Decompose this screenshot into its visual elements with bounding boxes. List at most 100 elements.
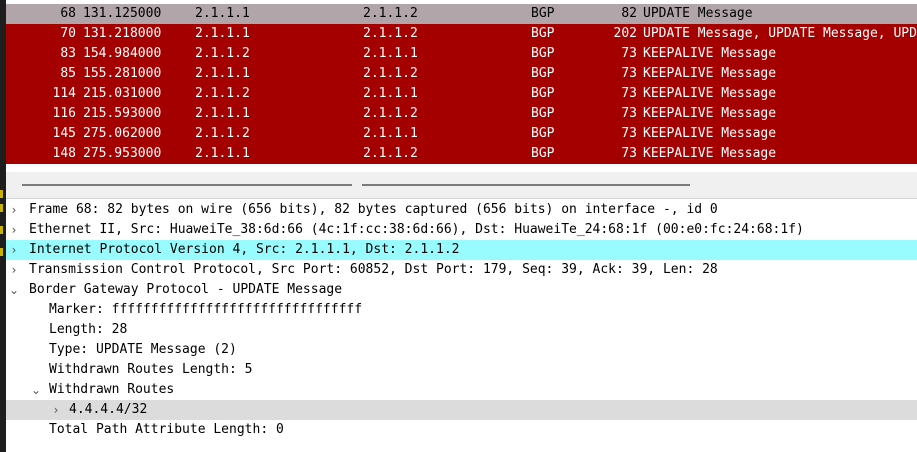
packet-time: 215.593000 <box>83 106 162 121</box>
packet-row[interactable]: 114 215.031000 2.1.1.2 2.1.1.1 BGP 73 KE… <box>6 84 917 104</box>
packet-number: 85 <box>60 66 76 81</box>
packet-time: 275.062000 <box>83 126 162 141</box>
packet-time: 154.984000 <box>83 46 162 61</box>
tree-item-label: Length: 28 <box>49 322 128 337</box>
packet-destination: 2.1.1.2 <box>363 106 418 121</box>
packet-length: 73 <box>621 106 637 121</box>
packet-info: KEEPALIVE Message <box>643 46 777 61</box>
packet-number: 145 <box>52 126 76 141</box>
packet-time: 155.281000 <box>83 66 162 81</box>
packet-time: 131.125000 <box>83 6 162 21</box>
packet-protocol: BGP <box>531 46 555 61</box>
packet-destination: 2.1.1.1 <box>363 46 418 61</box>
tree-item-route[interactable]: › 4.4.4.4/32 <box>6 400 917 420</box>
tree-item-withdrawn-length[interactable]: Withdrawn Routes Length: 5 <box>6 360 917 380</box>
packet-destination: 2.1.1.2 <box>363 6 418 21</box>
chevron-right-icon[interactable]: › <box>8 260 20 280</box>
packet-source: 2.1.1.2 <box>195 46 250 61</box>
packet-info: KEEPALIVE Message <box>643 86 777 101</box>
chevron-down-icon[interactable]: ⌄ <box>30 380 42 400</box>
packet-details-tree: › Frame 68: 82 bytes on wire (656 bits),… <box>0 200 917 452</box>
packet-length: 73 <box>621 146 637 161</box>
packet-protocol: BGP <box>531 6 555 21</box>
tree-item-frame[interactable]: › Frame 68: 82 bytes on wire (656 bits),… <box>6 200 917 220</box>
packet-list: 68 131.125000 2.1.1.1 2.1.1.2 BGP 82 UPD… <box>6 0 917 164</box>
packet-time: 215.031000 <box>83 86 162 101</box>
packet-protocol: BGP <box>531 26 555 41</box>
packet-row[interactable]: 70 131.218000 2.1.1.1 2.1.1.2 BGP 202 UP… <box>6 24 917 44</box>
packet-number: 148 <box>52 146 76 161</box>
packet-destination: 2.1.1.2 <box>363 146 418 161</box>
packet-row[interactable]: 68 131.125000 2.1.1.1 2.1.1.2 BGP 82 UPD… <box>6 4 917 24</box>
tree-item-label: Internet Protocol Version 4, Src: 2.1.1.… <box>29 242 460 257</box>
packet-destination: 2.1.1.2 <box>363 26 418 41</box>
packet-number: 114 <box>52 86 76 101</box>
chevron-right-icon[interactable]: › <box>8 240 20 260</box>
horizontal-scrollbar-left[interactable] <box>22 184 352 186</box>
tree-item-label: Transmission Control Protocol, Src Port:… <box>29 262 718 277</box>
tree-item-withdrawn-routes[interactable]: ⌄ Withdrawn Routes <box>6 380 917 400</box>
packet-number: 116 <box>52 106 76 121</box>
packet-length: 202 <box>613 26 637 41</box>
pane-gap <box>6 164 917 172</box>
packet-info: UPDATE Message <box>643 6 753 21</box>
packet-protocol: BGP <box>531 146 555 161</box>
packet-length: 73 <box>621 126 637 141</box>
packet-time: 275.953000 <box>83 146 162 161</box>
tree-item-ipv4[interactable]: › Internet Protocol Version 4, Src: 2.1.… <box>6 240 917 260</box>
packet-row[interactable]: 148 275.953000 2.1.1.1 2.1.1.2 BGP 73 KE… <box>6 144 917 164</box>
packet-length: 73 <box>621 86 637 101</box>
packet-info: KEEPALIVE Message <box>643 66 777 81</box>
packet-info: KEEPALIVE Message <box>643 126 777 141</box>
tree-item-total-path-attr[interactable]: Total Path Attribute Length: 0 <box>6 420 917 440</box>
packet-length: 73 <box>621 66 637 81</box>
tree-item-bgp[interactable]: ⌄ Border Gateway Protocol - UPDATE Messa… <box>6 280 917 300</box>
packet-source: 2.1.1.2 <box>195 126 250 141</box>
tree-item-label: Marker: ffffffffffffffffffffffffffffffff <box>49 302 363 317</box>
pane-splitter[interactable] <box>6 172 917 199</box>
packet-row[interactable]: 145 275.062000 2.1.1.2 2.1.1.1 BGP 73 KE… <box>6 124 917 144</box>
packet-length: 82 <box>621 6 637 21</box>
packet-destination: 2.1.1.1 <box>363 86 418 101</box>
packet-protocol: BGP <box>531 126 555 141</box>
packet-row[interactable]: 83 154.984000 2.1.1.2 2.1.1.1 BGP 73 KEE… <box>6 44 917 64</box>
tree-item-label: Total Path Attribute Length: 0 <box>49 422 284 437</box>
packet-source: 2.1.1.1 <box>195 6 250 21</box>
packet-info: KEEPALIVE Message <box>643 106 777 121</box>
chevron-down-icon[interactable]: ⌄ <box>8 280 20 300</box>
chevron-right-icon[interactable]: › <box>8 200 20 220</box>
packet-row[interactable]: 116 215.593000 2.1.1.1 2.1.1.2 BGP 73 KE… <box>6 104 917 124</box>
tree-item-type[interactable]: Type: UPDATE Message (2) <box>6 340 917 360</box>
packet-time: 131.218000 <box>83 26 162 41</box>
packet-source: 2.1.1.1 <box>195 146 250 161</box>
packet-destination: 2.1.1.2 <box>363 66 418 81</box>
tree-item-tcp[interactable]: › Transmission Control Protocol, Src Por… <box>6 260 917 280</box>
tree-item-label: 4.4.4.4/32 <box>69 402 148 417</box>
tree-item-label: Withdrawn Routes Length: 5 <box>49 362 253 377</box>
tree-item-label: Border Gateway Protocol - UPDATE Message <box>29 282 343 297</box>
chevron-right-icon[interactable]: › <box>50 400 62 420</box>
tree-item-ethernet[interactable]: › Ethernet II, Src: HuaweiTe_38:6d:66 (4… <box>6 220 917 240</box>
packet-protocol: BGP <box>531 66 555 81</box>
horizontal-scrollbar-right[interactable] <box>362 184 690 186</box>
tree-item-label: Ethernet II, Src: HuaweiTe_38:6d:66 (4c:… <box>29 222 804 237</box>
packet-length: 73 <box>621 46 637 61</box>
edge-mark <box>0 190 3 198</box>
packet-protocol: BGP <box>531 106 555 121</box>
tree-item-label: Type: UPDATE Message (2) <box>49 342 237 357</box>
tree-item-length[interactable]: Length: 28 <box>6 320 917 340</box>
packet-protocol: BGP <box>531 86 555 101</box>
packet-source: 2.1.1.1 <box>195 26 250 41</box>
chevron-right-icon[interactable]: › <box>8 220 20 240</box>
packet-info: UPDATE Message, UPDATE Message, UPD <box>643 26 917 41</box>
packet-source: 2.1.1.1 <box>195 66 250 81</box>
packet-number: 83 <box>60 46 76 61</box>
tree-item-label: Frame 68: 82 bytes on wire (656 bits), 8… <box>29 202 718 217</box>
tree-item-marker[interactable]: Marker: ffffffffffffffffffffffffffffffff <box>6 300 917 320</box>
packet-source: 2.1.1.1 <box>195 106 250 121</box>
packet-row[interactable]: 85 155.281000 2.1.1.1 2.1.1.2 BGP 73 KEE… <box>6 64 917 84</box>
packet-source: 2.1.1.2 <box>195 86 250 101</box>
packet-number: 70 <box>60 26 76 41</box>
packet-number: 68 <box>60 6 76 21</box>
packet-destination: 2.1.1.1 <box>363 126 418 141</box>
